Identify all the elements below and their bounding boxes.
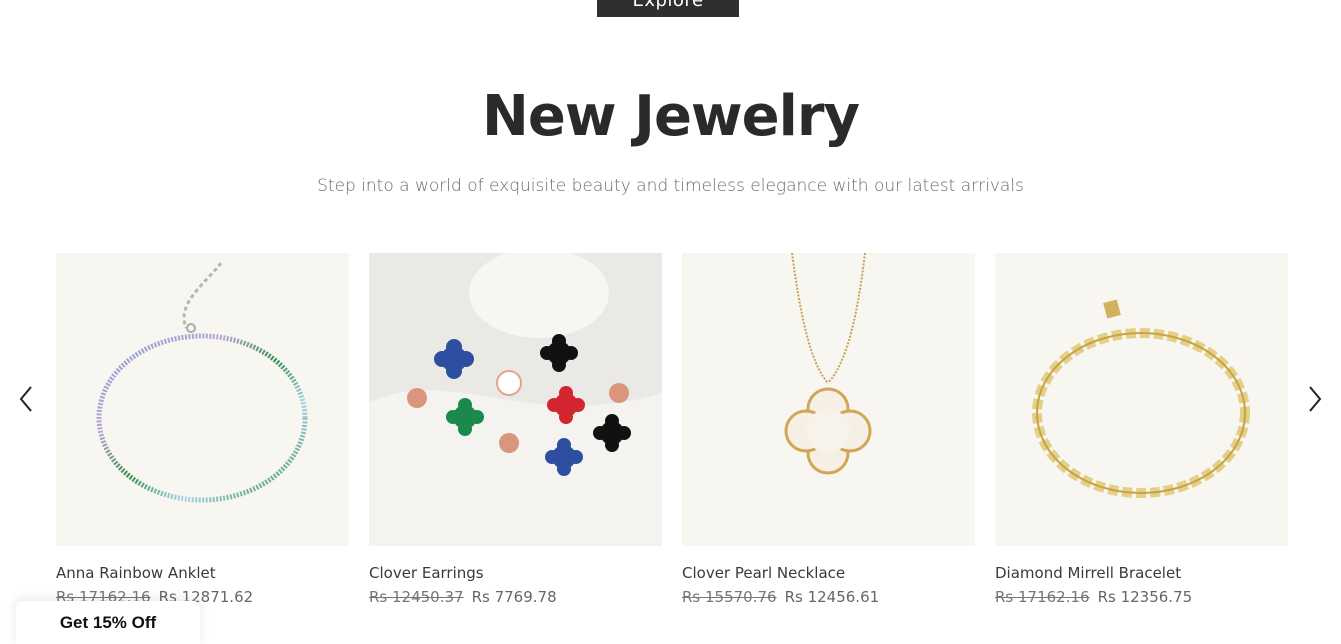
product-name[interactable]: Anna Rainbow Anklet — [56, 564, 349, 582]
product-image-earrings[interactable] — [369, 253, 662, 546]
product-new-price: Rs 12356.75 — [1097, 588, 1193, 606]
section-subtitle: Step into a world of exquisite beauty an… — [317, 176, 1024, 196]
product-image-necklace[interactable] — [682, 253, 975, 546]
product-name[interactable]: Clover Earrings — [369, 564, 662, 582]
product-name[interactable]: Clover Pearl Necklace — [682, 564, 975, 582]
discount-popup-button[interactable]: Get 15% Off — [16, 601, 200, 644]
carousel-prev-button[interactable] — [12, 382, 40, 416]
product-old-price: Rs 15570.76 — [682, 588, 777, 606]
product-old-price: Rs 12450.37 — [369, 588, 464, 606]
product-card[interactable]: Clover Pearl Necklace Rs 15570.76 Rs 1245… — [682, 253, 975, 606]
explore-button[interactable]: Explore — [597, 0, 739, 17]
product-card[interactable]: Diamond Mirrell Bracelet Rs 17162.16 Rs 1… — [995, 253, 1288, 606]
product-prices: Rs 15570.76 Rs 12456.61 — [682, 588, 975, 606]
chevron-left-icon — [19, 386, 32, 412]
product-image-bracelet[interactable] — [995, 253, 1288, 546]
section-title: New Jewelry — [482, 84, 860, 149]
product-card[interactable]: Clover Earrings Rs 12450.37 Rs 7769.78 — [369, 253, 662, 606]
carousel-next-button[interactable] — [1301, 382, 1329, 416]
product-name[interactable]: Diamond Mirrell Bracelet — [995, 564, 1288, 582]
product-new-price: Rs 12456.61 — [784, 588, 880, 606]
product-image-anklet[interactable] — [56, 253, 349, 546]
product-card[interactable]: Anna Rainbow Anklet Rs 17162.16 Rs 12871.… — [56, 253, 349, 606]
chevron-right-icon — [1309, 386, 1322, 412]
product-prices: Rs 12450.37 Rs 7769.78 — [369, 588, 662, 606]
product-prices: Rs 17162.16 Rs 12356.75 — [995, 588, 1288, 606]
product-old-price: Rs 17162.16 — [995, 588, 1090, 606]
product-new-price: Rs 7769.78 — [471, 588, 557, 606]
discount-label: Get 15% Off — [59, 612, 157, 632]
